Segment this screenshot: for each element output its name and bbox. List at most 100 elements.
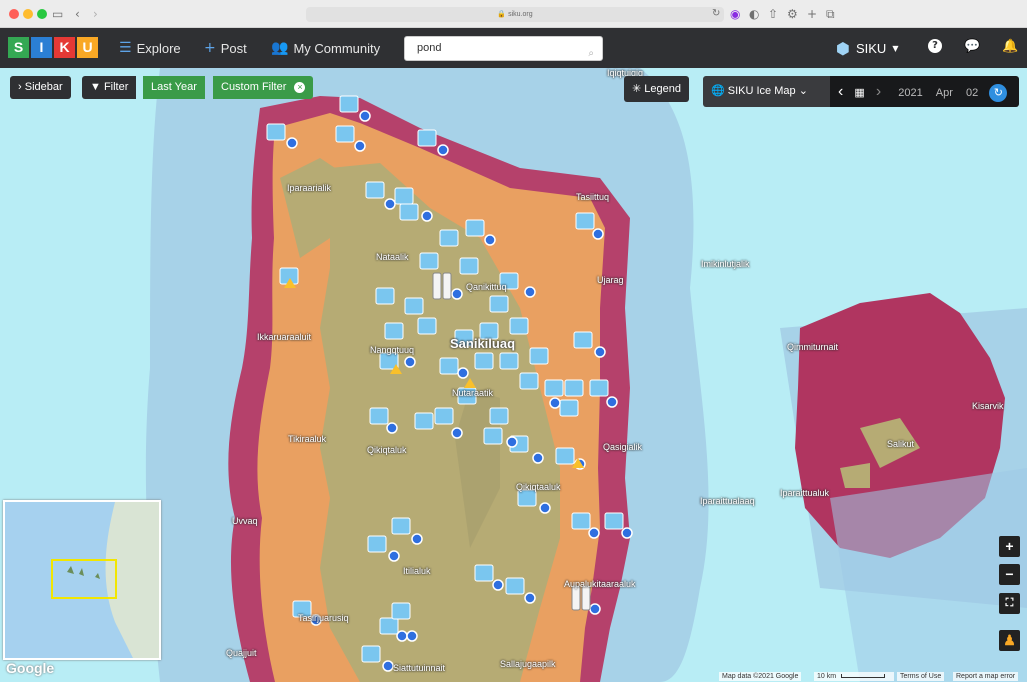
fullscreen-icon[interactable]: ⛶: [999, 593, 1020, 614]
calendar-icon[interactable]: ▦: [854, 87, 864, 99]
logo-letter-u: U: [77, 37, 98, 58]
community-icon: 👥: [271, 40, 289, 56]
help-icon[interactable]: ?: [928, 39, 942, 53]
map-canvas[interactable]: Iqiqtuiqiq Iparaarialik Tasiittuq Nataal…: [0, 68, 1027, 682]
filter-button[interactable]: ▼ Filter: [82, 76, 137, 99]
place-label: Uvvaq: [232, 516, 258, 526]
place-label: Salikut: [887, 439, 915, 449]
pegman-icon[interactable]: ♟: [999, 630, 1020, 651]
extension-icon[interactable]: ◉: [730, 6, 740, 22]
chevron-down-icon: ⌄: [798, 85, 808, 97]
chevron-down-icon: ▼: [892, 44, 899, 53]
place-label: Ujarag: [597, 275, 624, 285]
place-label: Qasigialik: [603, 442, 643, 452]
next-date-icon[interactable]: ›: [876, 83, 881, 100]
lock-icon: 🔒: [497, 11, 509, 18]
place-label: Qikiqtaluk: [367, 445, 407, 455]
menu-icon: ☰: [119, 40, 132, 56]
filter-last-year[interactable]: Last Year: [143, 76, 205, 99]
place-label: Tikiraaluk: [288, 434, 327, 444]
last-year-label: Last Year: [151, 81, 197, 93]
place-label: Qimmiturnait: [787, 342, 839, 352]
chevron-right-icon: ›: [18, 81, 25, 93]
date-year: 2021: [898, 87, 923, 99]
sidebar-label: Sidebar: [24, 81, 63, 93]
sidebar-button[interactable]: › Sidebar: [10, 76, 71, 99]
scale-bar: 10 km: [814, 672, 894, 681]
google-logo: Google: [6, 660, 55, 676]
place-label: Nataalik: [376, 252, 409, 262]
bell-icon[interactable]: 🔔: [1002, 39, 1018, 54]
place-label: Siattutuinnait: [393, 663, 446, 673]
logo-letter-i: I: [31, 37, 52, 58]
window-close-button[interactable]: [9, 9, 19, 19]
scale-line: [841, 674, 886, 679]
place-label: Tasirjuarusiq: [298, 613, 349, 623]
place-label: Qanikittuq: [466, 282, 507, 292]
place-label: Kisarvik: [972, 401, 1004, 411]
map-layer-label: SIKU Ice Map: [727, 85, 796, 97]
browser-toolbar: ▭ ‹ › 🔒 siku.org ↻ ◉ ◐ ⇧ ⚙ + ⧉: [0, 0, 1027, 28]
user-menu[interactable]: ⬢ SIKU ▼: [836, 39, 898, 58]
new-tab-icon[interactable]: +: [807, 6, 817, 22]
chat-icon[interactable]: 💬: [964, 39, 980, 54]
place-label: Ikkaruaraaluit: [257, 332, 312, 342]
nav-explore-label: Explore: [136, 40, 181, 56]
map-data-attribution: Map data ©2021 Google: [719, 672, 802, 681]
place-label: Aupalukitaaraaluk: [564, 579, 636, 589]
globe-icon: 🌐: [711, 85, 728, 97]
back-icon[interactable]: ‹: [75, 6, 80, 22]
privacy-icon[interactable]: ◐: [749, 6, 759, 22]
search-input[interactable]: pond ⌕: [404, 36, 603, 61]
nav-my-community[interactable]: 👥 My Community: [271, 40, 380, 56]
user-avatar-icon: ⬢: [836, 39, 850, 58]
place-label: Iparaittualuk: [780, 488, 830, 498]
date-day: 02: [965, 87, 979, 99]
place-label: Nangqtuuq: [370, 345, 415, 355]
settings-icon[interactable]: ⚙: [787, 6, 798, 22]
filter-label: Filter: [103, 81, 129, 93]
place-label: Quajjuit: [226, 648, 257, 658]
filter-custom[interactable]: Custom Filter ×: [213, 76, 314, 99]
nav-post-label: Post: [220, 40, 247, 56]
logo-letter-k: K: [54, 37, 75, 58]
prev-date-icon[interactable]: ‹: [838, 83, 843, 100]
terms-link[interactable]: Terms of Use: [897, 672, 945, 681]
nav-community-label: My Community: [293, 40, 381, 56]
place-label: Sallajugaapilk: [500, 659, 556, 669]
nav-post[interactable]: + Post: [204, 40, 247, 56]
overview-minimap[interactable]: [3, 500, 161, 660]
nav-explore[interactable]: ☰ Explore: [119, 40, 181, 56]
window-minimize-button[interactable]: [23, 9, 33, 19]
place-label: Nutaraatik: [452, 388, 494, 398]
legend-button[interactable]: ✳ Legend: [624, 76, 689, 102]
legend-icon: ✳: [632, 83, 645, 95]
sidebar-toggle-icon[interactable]: ▭: [52, 6, 63, 22]
report-map-error-link[interactable]: Report a map error: [953, 672, 1019, 681]
place-label: Imikinlutjalik: [701, 259, 750, 269]
place-label: Itilialuk: [403, 566, 431, 576]
close-icon[interactable]: ×: [294, 82, 306, 93]
share-icon[interactable]: ⇧: [768, 6, 778, 22]
forward-icon[interactable]: ›: [93, 6, 98, 22]
window-maximize-button[interactable]: [37, 9, 47, 19]
zoom-out-button[interactable]: −: [999, 564, 1020, 585]
refresh-icon[interactable]: ↻: [989, 84, 1008, 102]
filter-icon: ▼: [90, 81, 104, 93]
address-bar[interactable]: 🔒 siku.org: [306, 7, 724, 22]
plus-icon: +: [204, 40, 216, 56]
scale-label: 10 km: [817, 673, 837, 680]
siku-logo[interactable]: S I K U: [8, 37, 98, 58]
map-layer-select[interactable]: 🌐 SIKU Ice Map ⌄: [703, 76, 830, 107]
legend-label: Legend: [644, 83, 681, 95]
place-label-sanikiluaq: Sanikiluaq: [450, 336, 516, 351]
reload-icon[interactable]: ↻: [712, 6, 720, 22]
tabs-overview-icon[interactable]: ⧉: [826, 6, 835, 22]
logo-letter-s: S: [8, 37, 29, 58]
minimap-terrain: [5, 502, 133, 658]
search-icon[interactable]: ⌕: [588, 42, 594, 65]
date-month: Apr: [935, 87, 953, 99]
user-label: SIKU: [855, 41, 887, 56]
date-picker[interactable]: ‹ ▦ › 2021 Apr 02 ↻: [830, 76, 1019, 107]
zoom-in-button[interactable]: +: [999, 536, 1020, 557]
